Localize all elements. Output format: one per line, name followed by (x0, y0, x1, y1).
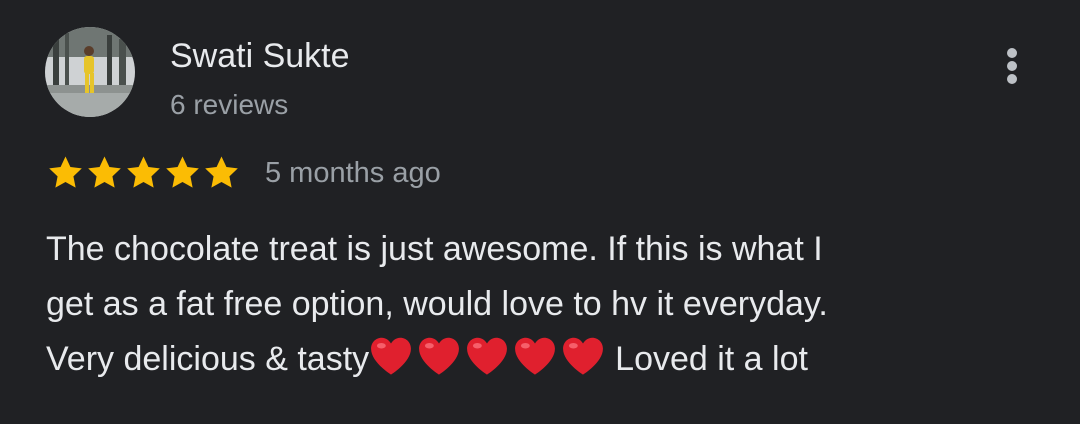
star-rating (46, 154, 241, 192)
author-avatar[interactable] (45, 27, 135, 117)
red-heart-icon (419, 337, 460, 375)
red-heart-icon (371, 337, 412, 375)
review-text-line-3: Very delicious & tasty Loved it a lot (46, 332, 986, 387)
review-text-line-2: get as a fat free option, would love to … (46, 285, 828, 323)
star-icon (166, 156, 199, 188)
more-vert-icon (1007, 48, 1017, 58)
star-icon (127, 156, 160, 188)
more-vert-icon-dot (1007, 61, 1017, 71)
author-review-count[interactable]: 6 reviews (170, 88, 288, 122)
profile-photo-icon (45, 27, 135, 117)
review-text-line-3-start: Very delicious & tasty (46, 340, 370, 378)
star-icon (49, 156, 82, 188)
review-text: The chocolate treat is just awesome. If … (46, 222, 986, 387)
red-heart-icon (467, 337, 508, 375)
more-options-button[interactable] (996, 44, 1028, 88)
red-heart-icon (515, 337, 556, 375)
rating-row: 5 months ago (46, 152, 441, 194)
review-timestamp: 5 months ago (265, 157, 441, 189)
review-text-line-1: The chocolate treat is just awesome. If … (46, 230, 823, 268)
hearts-group (369, 336, 605, 376)
star-icon (205, 156, 238, 188)
more-vert-icon-dot (1007, 74, 1017, 84)
review-card: Swati Sukte 6 reviews 5 months ago The c… (0, 0, 1080, 424)
star-icon (88, 156, 121, 188)
red-heart-icon (563, 337, 604, 375)
author-name[interactable]: Swati Sukte (170, 36, 350, 76)
review-text-line-3-end: Loved it a lot (615, 340, 808, 378)
